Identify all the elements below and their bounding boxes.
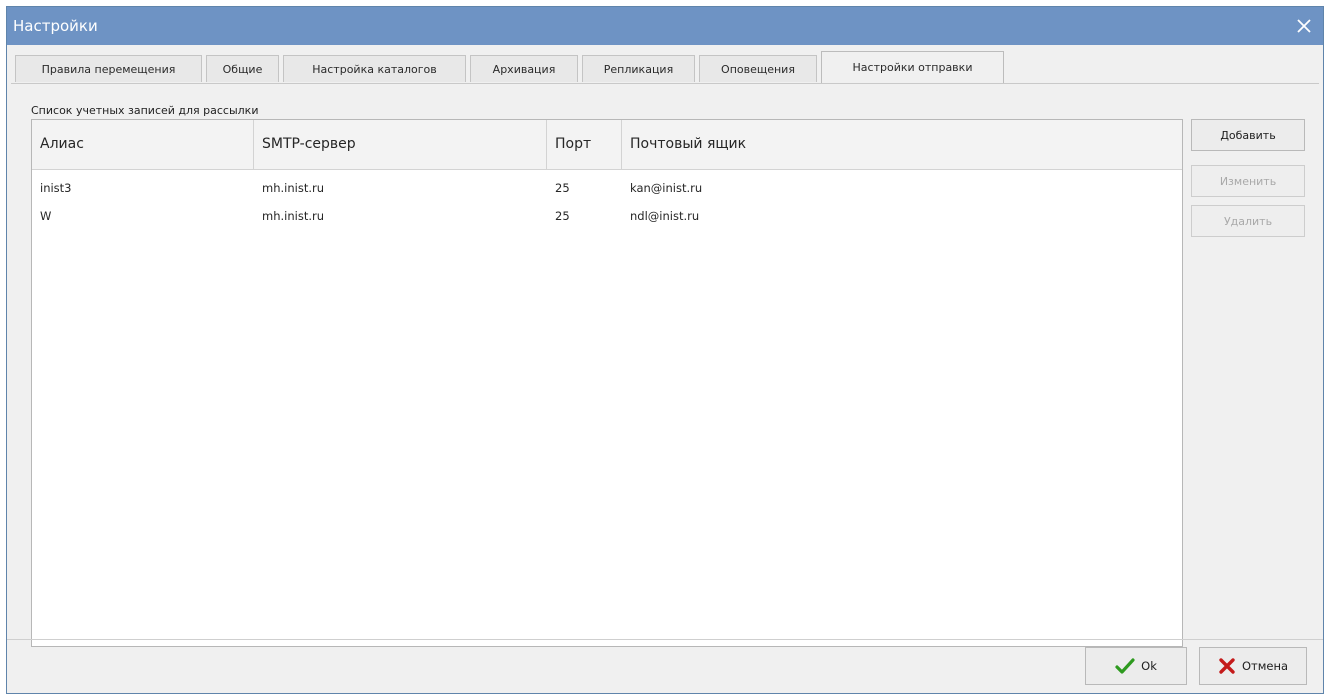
cell-alias: W (40, 209, 52, 223)
tab-move-rules[interactable]: Правила перемещения (15, 55, 202, 82)
cell-mailbox: ndl@inist.ru (630, 209, 700, 223)
table-header: Алиас SMTP-сервер Порт Почтовый ящик (32, 120, 1182, 170)
column-header-mailbox[interactable]: Почтовый ящик (622, 120, 1182, 169)
cell-port: 25 (555, 209, 570, 223)
table-row[interactable]: W mh.inist.ru 25 ndl@inist.ru (32, 202, 1182, 230)
footer-divider (7, 639, 1323, 640)
cell-mailbox: kan@inist.ru (630, 181, 703, 195)
tab-send-settings[interactable]: Настройки отправки (821, 51, 1004, 83)
window-title: Настройки (13, 17, 98, 35)
tab-general[interactable]: Общие (206, 55, 279, 82)
close-button[interactable] (1291, 13, 1317, 39)
cell-smtp: mh.inist.ru (262, 181, 324, 195)
close-icon (1297, 19, 1311, 33)
settings-dialog: Настройки Правила перемещения Общие Наст… (6, 6, 1324, 694)
cell-smtp: mh.inist.ru (262, 209, 324, 223)
ok-button[interactable]: Ok (1085, 647, 1187, 685)
table-row[interactable]: inist3 mh.inist.ru 25 kan@inist.ru (32, 174, 1182, 202)
tab-catalog-settings[interactable]: Настройка каталогов (283, 55, 466, 82)
column-header-port[interactable]: Порт (547, 120, 622, 169)
tab-bar: Правила перемещения Общие Настройка ката… (11, 51, 1319, 84)
column-header-alias[interactable]: Алиас (32, 120, 254, 169)
cancel-button[interactable]: Отмена (1199, 647, 1307, 685)
cancel-label: Отмена (1241, 659, 1289, 673)
tab-notifications[interactable]: Оповещения (699, 55, 817, 82)
accounts-section-label: Список учетных записей для рассылки (31, 104, 259, 117)
cell-port: 25 (555, 181, 570, 195)
cell-alias: inist3 (40, 181, 72, 195)
ok-label: Ok (1141, 659, 1157, 673)
tab-archiving[interactable]: Архивация (470, 55, 578, 82)
checkmark-icon (1115, 658, 1135, 674)
column-header-smtp[interactable]: SMTP-сервер (254, 120, 547, 169)
title-bar[interactable]: Настройки (7, 7, 1323, 45)
cross-icon (1219, 658, 1235, 674)
accounts-table: Алиас SMTP-сервер Порт Почтовый ящик ini… (31, 119, 1183, 647)
tab-replication[interactable]: Репликация (582, 55, 695, 82)
add-button[interactable]: Добавить (1191, 119, 1305, 151)
delete-button[interactable]: Удалить (1191, 205, 1305, 237)
edit-button[interactable]: Изменить (1191, 165, 1305, 197)
